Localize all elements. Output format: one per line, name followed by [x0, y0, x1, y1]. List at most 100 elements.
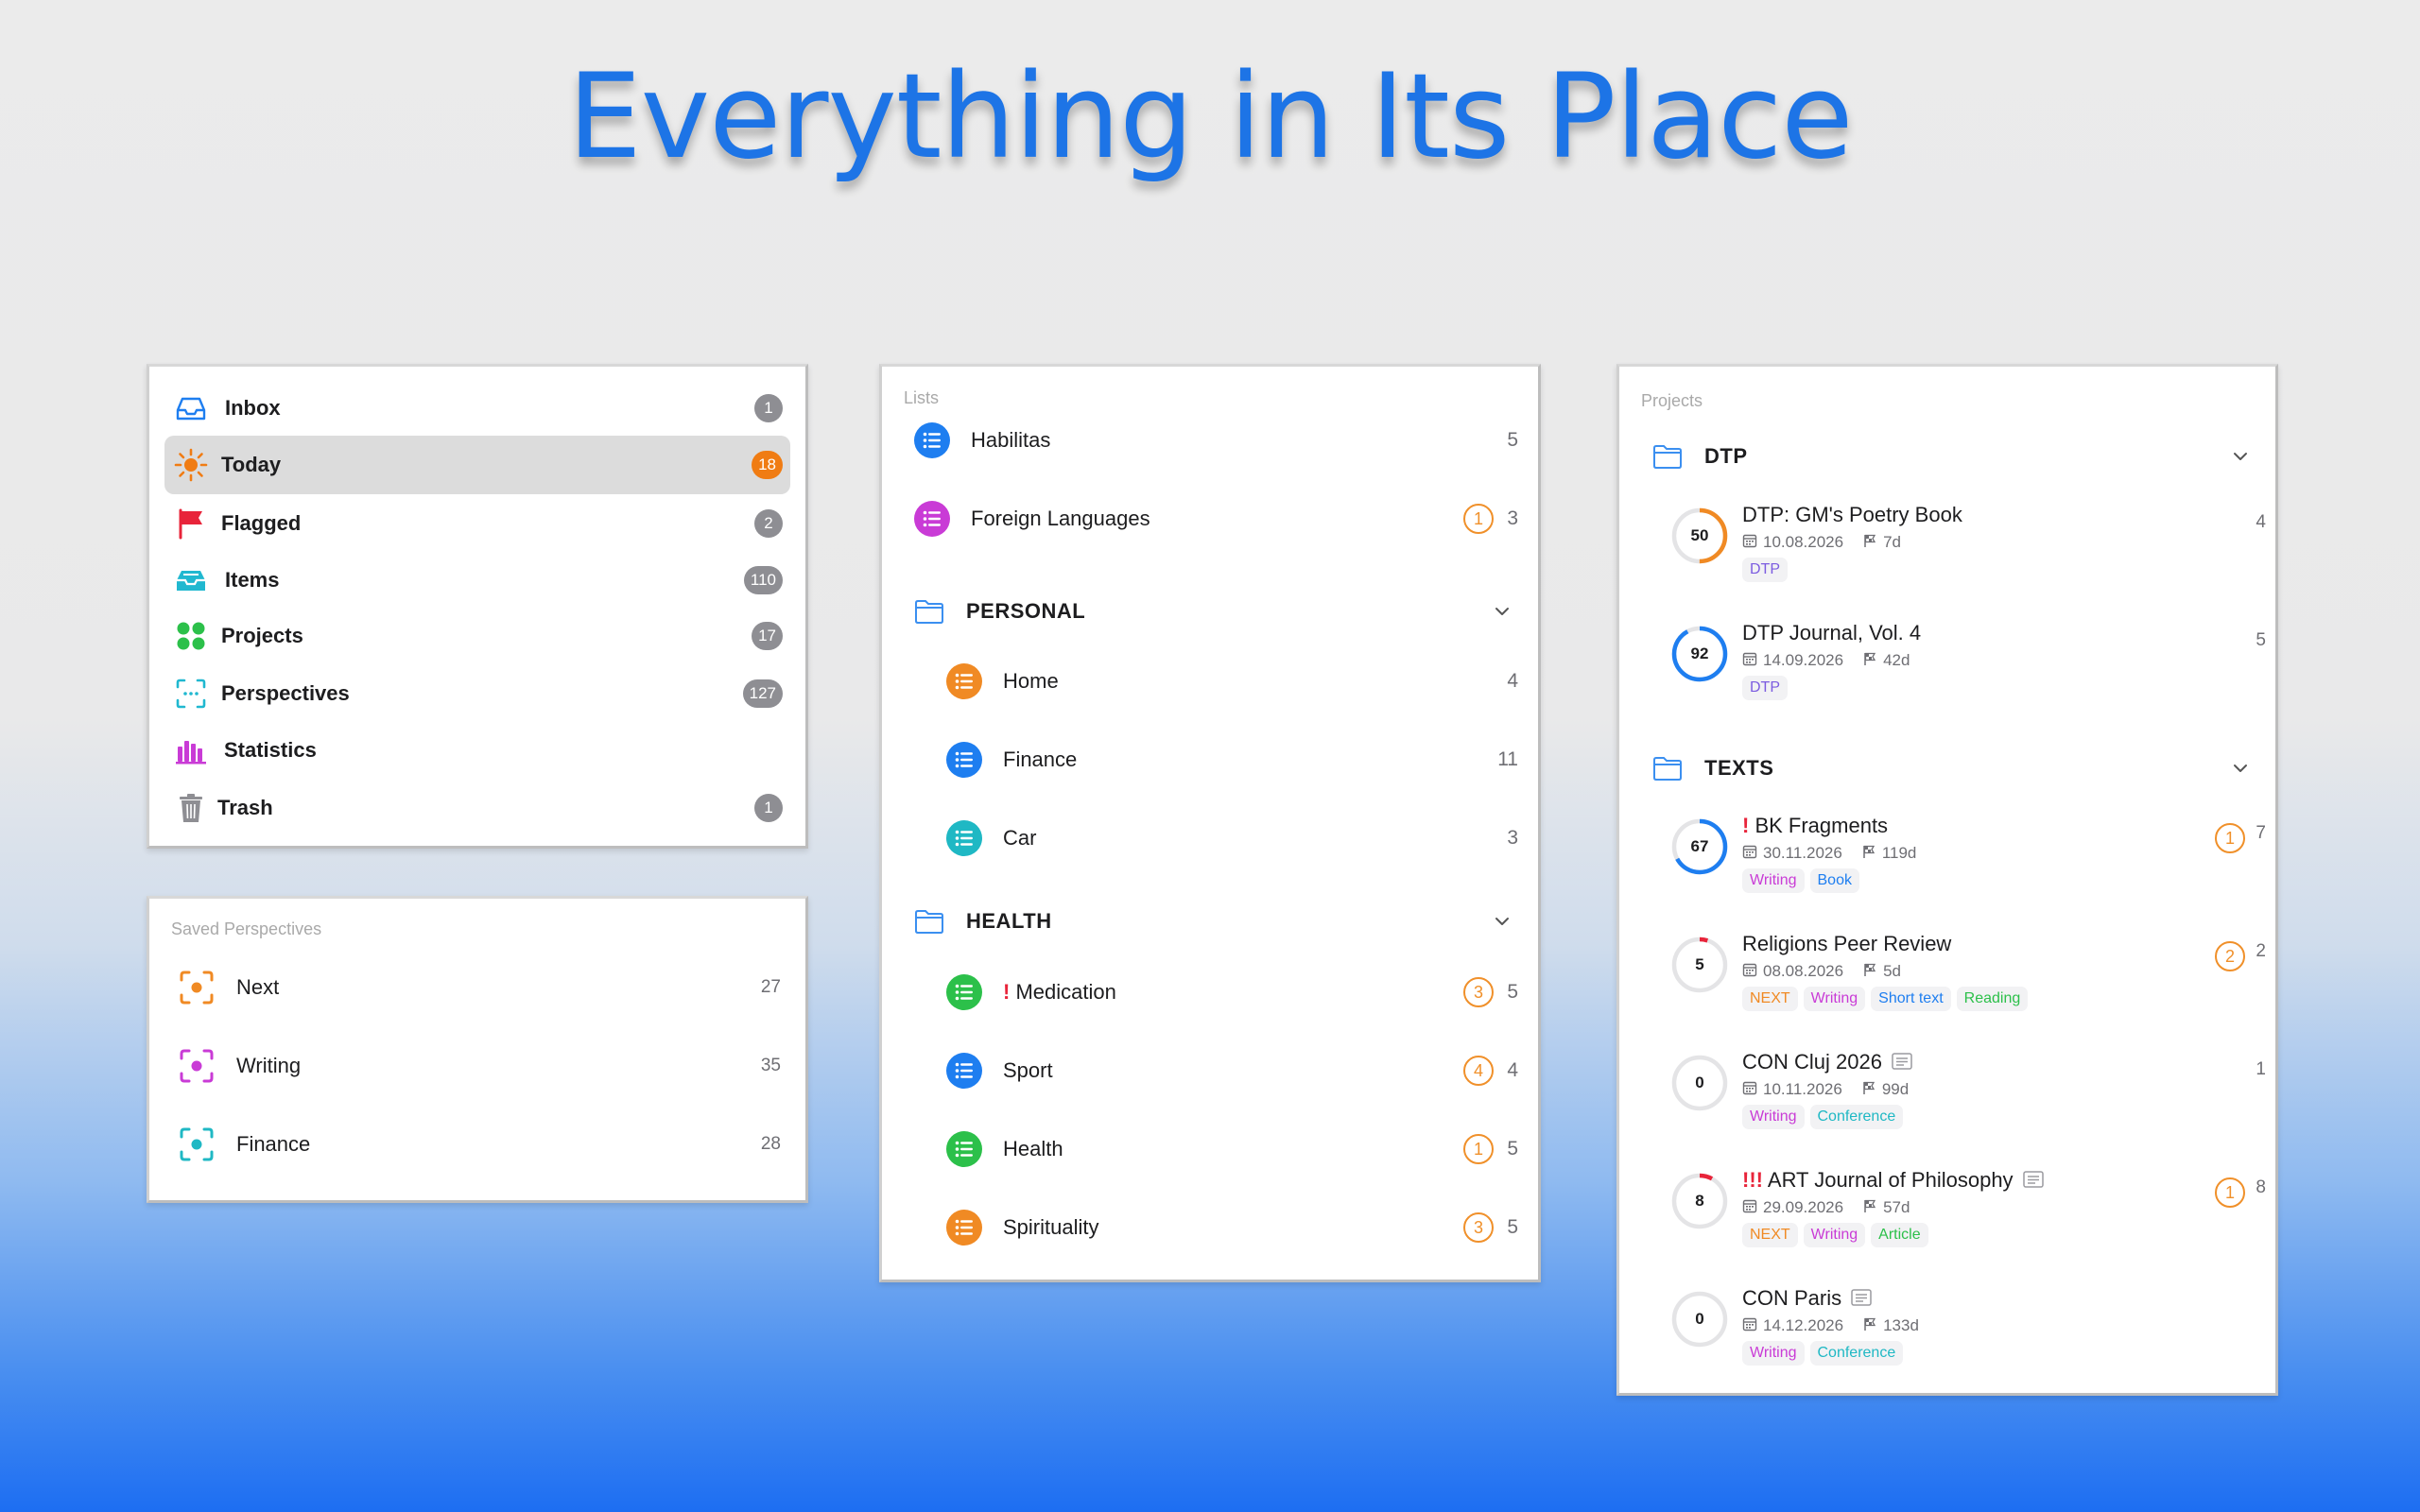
- list-label: Foreign Languages: [971, 507, 1150, 531]
- overdue-badge: 4: [1463, 1056, 1494, 1086]
- project-title-text: CON Cluj 2026: [1742, 1050, 1882, 1074]
- tag-list: DTP: [1742, 676, 1793, 700]
- sidebar-item-items[interactable]: Items 110: [164, 551, 790, 610]
- bar-chart-icon: [174, 733, 208, 767]
- chevron-down-icon[interactable]: [1491, 910, 1513, 933]
- project-item[interactable]: 92 DTP Journal, Vol. 4 14.09.2026 42d DTP 5: [1670, 615, 2266, 729]
- list-item-home[interactable]: Home 4: [946, 648, 1518, 714]
- calendar-icon: [1742, 1316, 1757, 1336]
- list-label-text: Health: [1003, 1137, 1063, 1160]
- tag[interactable]: NEXT: [1742, 1223, 1798, 1247]
- priority-mark: !: [1003, 980, 1011, 1004]
- tag[interactable]: Writing: [1742, 1341, 1805, 1366]
- tag[interactable]: Writing: [1803, 1223, 1866, 1247]
- sun-icon: [174, 448, 208, 482]
- sidebar-item-flagged[interactable]: Flagged 2: [164, 494, 790, 553]
- tag[interactable]: DTP: [1742, 676, 1788, 700]
- chevron-down-icon[interactable]: [1491, 600, 1513, 623]
- list-item-medication[interactable]: ! Medication 5 3: [946, 959, 1518, 1025]
- count-badge: 1: [754, 394, 783, 422]
- project-title: !!! ART Journal of Philosophy: [1742, 1168, 2044, 1194]
- list-count: 3: [1507, 507, 1518, 529]
- project-meta: 30.11.2026 119d: [1742, 844, 1916, 864]
- sidebar-item-statistics[interactable]: Statistics: [164, 721, 790, 780]
- lists-panel: Lists Habilitas 5 Foreign Languages 3 1 PERSO…: [879, 364, 1541, 1282]
- sidebar-item-projects[interactable]: Projects 17: [164, 607, 790, 665]
- tag[interactable]: DTP: [1742, 558, 1788, 582]
- tag[interactable]: NEXT: [1742, 987, 1798, 1011]
- calendar-icon: [1742, 962, 1757, 982]
- folder-label: PERSONAL: [966, 599, 1086, 623]
- task-count: 7: [2256, 823, 2266, 843]
- lists-header: Lists: [904, 388, 940, 407]
- project-folder-texts[interactable]: TEXTS: [1652, 740, 2252, 797]
- project-item[interactable]: 8!!! ART Journal of Philosophy 29.09.2026…: [1670, 1162, 2266, 1276]
- list-label: Car: [1003, 826, 1036, 850]
- tag-list: Writing Conference: [1742, 1341, 1909, 1366]
- project-meta: 10.08.2026 7d: [1742, 533, 1901, 553]
- tag[interactable]: Reading: [1956, 987, 2029, 1011]
- project-title: Religions Peer Review: [1742, 932, 1951, 956]
- tag-list: NEXT Writing Article: [1742, 1223, 1934, 1247]
- list-item-spirituality[interactable]: Spirituality 5 3: [946, 1194, 1518, 1261]
- headline: Everything in Its Place: [567, 49, 1853, 185]
- project-title-text: BK Fragments: [1754, 814, 1889, 837]
- list-item-finance[interactable]: Finance 11: [946, 727, 1518, 793]
- project-item[interactable]: 50 DTP: GM's Poetry Book 10.08.2026 7d DTP 4: [1670, 497, 2266, 610]
- perspective-next[interactable]: Next 27: [178, 954, 781, 1021]
- tag[interactable]: Article: [1871, 1223, 1928, 1247]
- sidebar-item-label: Flagged: [221, 511, 302, 535]
- tag[interactable]: Writing: [1803, 987, 1866, 1011]
- folder-label: DTP: [1704, 444, 1748, 468]
- tag[interactable]: Book: [1809, 868, 1859, 893]
- list-item-car[interactable]: Car 3: [946, 805, 1518, 871]
- overdue-badge: 1: [2215, 823, 2245, 853]
- saved-perspectives-header: Saved Perspectives: [171, 919, 322, 938]
- project-item[interactable]: 0 CON Cluj 2026 10.11.2026 99d Writing Confer…: [1670, 1044, 2266, 1158]
- flag-icon: [174, 507, 208, 541]
- progress-value: 0: [1695, 1074, 1704, 1091]
- tag[interactable]: Conference: [1809, 1105, 1904, 1129]
- project-title-text: DTP: GM's Poetry Book: [1742, 503, 1962, 526]
- list-folder-personal[interactable]: PERSONAL: [914, 583, 1513, 640]
- perspective-label: Next: [236, 975, 280, 999]
- project-item[interactable]: 67! BK Fragments 30.11.2026 119d Writing Boo…: [1670, 808, 2266, 921]
- tag[interactable]: Conference: [1809, 1341, 1904, 1366]
- count-badge: 2: [754, 509, 783, 538]
- list-icon: [946, 1053, 982, 1089]
- list-folder-health[interactable]: HEALTH: [914, 893, 1513, 950]
- project-item[interactable]: 0 CON Paris 14.12.2026 133d Writing Conferenc…: [1670, 1280, 2266, 1394]
- chevron-down-icon[interactable]: [2229, 757, 2252, 780]
- list-label-text: Home: [1003, 669, 1059, 693]
- sidebar-item-perspectives[interactable]: Perspectives 127: [164, 664, 790, 723]
- sidebar-item-label: Inbox: [225, 396, 281, 420]
- list-count: 4: [1507, 1059, 1518, 1081]
- count-badge: 110: [743, 566, 783, 594]
- tag[interactable]: Writing: [1742, 1105, 1805, 1129]
- list-icon: [946, 820, 982, 856]
- perspective-finance[interactable]: Finance 28: [178, 1111, 781, 1177]
- list-count: 4: [1507, 670, 1518, 692]
- list-item-health[interactable]: Health 5 1: [946, 1116, 1518, 1182]
- list-item-habilitas[interactable]: Habilitas 5: [914, 407, 1518, 473]
- project-title: CON Cluj 2026: [1742, 1050, 1912, 1075]
- perspective-writing[interactable]: Writing 35: [178, 1033, 781, 1099]
- sidebar-item-inbox[interactable]: Inbox 1: [164, 379, 790, 438]
- list-item-foreign-languages[interactable]: Foreign Languages 3 1: [914, 486, 1518, 552]
- count-badge: 127: [742, 679, 783, 708]
- list-icon: [946, 1131, 982, 1167]
- project-folder-dtp[interactable]: DTP: [1652, 428, 2252, 485]
- chevron-down-icon[interactable]: [2229, 445, 2252, 468]
- overdue-badge: 1: [1463, 1134, 1494, 1164]
- list-icon: [946, 1210, 982, 1246]
- priority-mark: !!!: [1742, 1168, 1763, 1192]
- sidebar-item-trash[interactable]: Trash 1: [164, 779, 790, 837]
- flag-icon: [1862, 1198, 1877, 1218]
- list-item-sport[interactable]: Sport 4 4: [946, 1038, 1518, 1104]
- flag-icon: [1862, 533, 1877, 553]
- folder-icon: [914, 908, 944, 935]
- sidebar-item-today[interactable]: Today 18: [164, 436, 790, 494]
- tag[interactable]: Writing: [1742, 868, 1805, 893]
- tag[interactable]: Short text: [1871, 987, 1951, 1011]
- project-item[interactable]: 5 Religions Peer Review 08.08.2026 5d NEXT Wr…: [1670, 926, 2266, 1040]
